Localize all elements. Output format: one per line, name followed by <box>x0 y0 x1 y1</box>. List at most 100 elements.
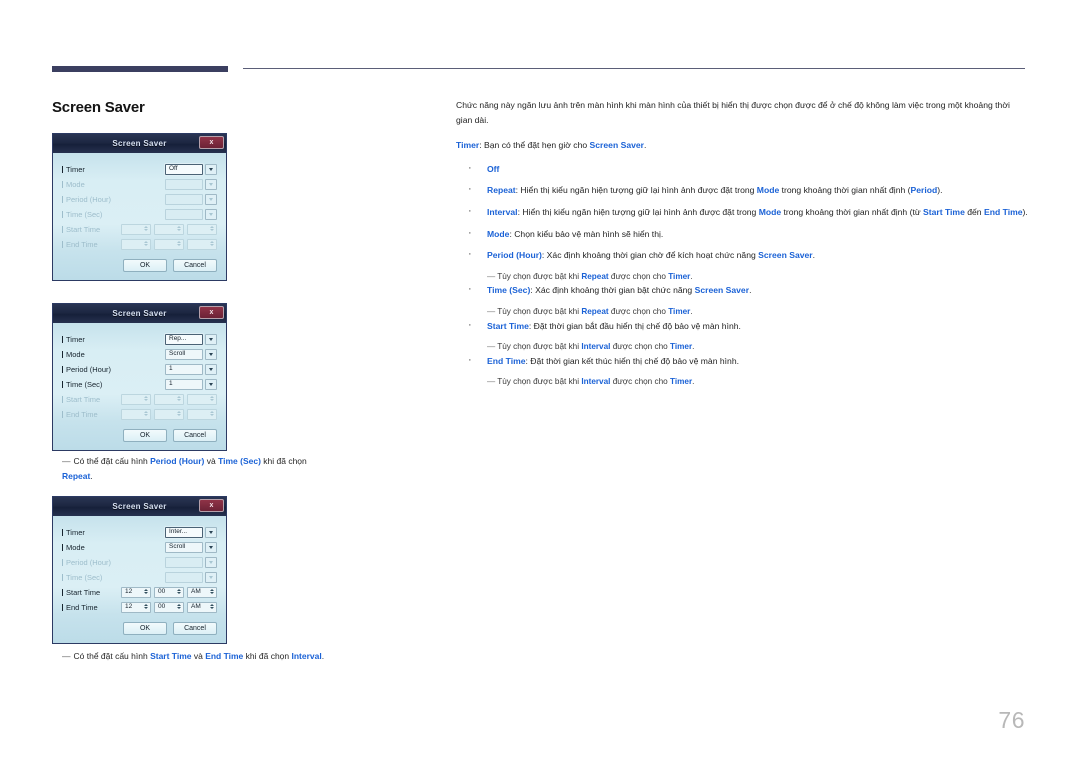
option-term: Screen Saver <box>758 250 813 261</box>
subnote-text: được chọn cho <box>608 271 669 281</box>
combo-mode[interactable]: Scroll <box>165 542 203 553</box>
bullet-tick-icon <box>62 396 63 403</box>
row-control: 12 00 AM <box>121 587 217 598</box>
dialog-row: End Time <box>62 237 217 252</box>
close-icon[interactable]: x <box>199 499 224 512</box>
cancel-button[interactable]: Cancel <box>173 429 217 442</box>
chevron-down-icon[interactable] <box>205 164 217 175</box>
option-list: OffRepeat: Hiển thị kiểu ngăn hiện tượng… <box>456 161 1028 389</box>
close-icon[interactable]: x <box>199 136 224 149</box>
spinner-arrows-icon[interactable] <box>144 411 148 416</box>
dialog-titlebar: Screen Saver x <box>53 497 226 516</box>
cancel-button[interactable]: Cancel <box>173 622 217 635</box>
list-item: Mode: Chọn kiểu bảo vệ màn hình sẽ hiển … <box>456 226 1028 242</box>
spinner-arrows-icon[interactable] <box>177 226 181 231</box>
ok-button[interactable]: OK <box>123 429 167 442</box>
combo-timer[interactable]: Off <box>165 164 203 175</box>
dialog-titlebar: Screen Saver x <box>53 134 226 153</box>
subnote-text: được chọn cho <box>608 306 669 316</box>
spinner-arrows-icon[interactable] <box>144 241 148 246</box>
spinner-arrows-icon[interactable] <box>210 604 214 609</box>
ok-button[interactable]: OK <box>123 259 167 272</box>
dialog-row: Start Time <box>62 222 217 237</box>
close-icon[interactable]: x <box>199 306 224 319</box>
spinner-arrows-icon[interactable] <box>177 411 181 416</box>
time-spinner-group <box>121 224 217 235</box>
dialog-row: Timer Off <box>62 162 217 177</box>
chevron-down-icon[interactable] <box>205 527 217 538</box>
chevron-down-icon[interactable] <box>205 542 217 553</box>
header-rule-left <box>52 66 228 72</box>
spinner-arrows-icon[interactable] <box>210 411 214 416</box>
option-term: Time (Sec) <box>487 285 531 296</box>
subnote-dash: — <box>487 377 496 387</box>
combo-time-sec[interactable]: 1 <box>165 379 203 390</box>
spinner-arrows-icon[interactable] <box>177 604 181 609</box>
subnote-term: Timer <box>668 306 691 316</box>
row-control <box>121 224 217 235</box>
combo-time-sec <box>165 209 203 220</box>
spinner-hour[interactable]: 12 <box>121 602 151 613</box>
option-text: đến <box>964 206 984 217</box>
combo-mode[interactable]: Scroll <box>165 349 203 360</box>
subnote-text: . <box>690 306 693 316</box>
subnote-text: Tùy chọn được bật khi <box>497 342 582 352</box>
cancel-button[interactable]: Cancel <box>173 259 217 272</box>
bullet-tick-icon <box>62 544 63 551</box>
spinner-hour[interactable]: 12 <box>121 587 151 598</box>
dialog-footer: OK Cancel <box>53 252 226 280</box>
spinner-arrows-icon[interactable] <box>144 226 148 231</box>
spinner-arrows-icon[interactable] <box>144 604 148 609</box>
spinner-arrows-icon[interactable] <box>144 396 148 401</box>
chevron-down-icon <box>205 179 217 190</box>
spinner-arrows-icon[interactable] <box>177 396 181 401</box>
row-label-text: Period (Hour) <box>66 195 112 204</box>
spinner-arrows-icon[interactable] <box>210 241 214 246</box>
row-label-mode: Mode <box>62 180 85 189</box>
spinner-value: 00 <box>158 603 166 611</box>
option-text: ). <box>1022 206 1028 217</box>
caption-text: Có thể đặt cấu hình <box>73 651 151 661</box>
spinner-minute[interactable]: 00 <box>154 602 184 613</box>
chevron-down-icon[interactable] <box>205 349 217 360</box>
spinner-meridiem[interactable]: AM <box>187 602 217 613</box>
row-label-start-time: Start Time <box>62 588 100 597</box>
caption-term: Time (Sec) <box>218 456 261 466</box>
caption-dash: — <box>62 456 71 466</box>
row-label-start-time: Start Time <box>62 395 100 404</box>
chevron-down-icon[interactable] <box>205 379 217 390</box>
option-subnote: — Tùy chọn được bật khi Repeat được chọn … <box>456 270 1028 284</box>
spinner-minute[interactable]: 00 <box>154 587 184 598</box>
option-term: Period <box>910 185 938 196</box>
option-text: : Đặt thời gian bắt đầu hiển thị chế độ … <box>528 320 741 331</box>
combo-timer[interactable]: Rep... <box>165 334 203 345</box>
chevron-down-icon[interactable] <box>205 364 217 375</box>
subnote-text: . <box>692 377 695 387</box>
spinner-arrows-icon[interactable] <box>144 589 148 594</box>
spinner-meridiem[interactable]: AM <box>187 587 217 598</box>
row-label-text: Period (Hour) <box>66 365 112 374</box>
dialog-screen-saver-interval: Screen Saver x Timer Inter... Mode Scroll Pe… <box>52 496 227 644</box>
row-label-time-sec: Time (Sec) <box>62 210 102 219</box>
combo-timer[interactable]: Inter... <box>165 527 203 538</box>
spinner-arrows-icon[interactable] <box>210 396 214 401</box>
subnote-term: Timer <box>668 271 691 281</box>
spinner-arrows-icon[interactable] <box>177 241 181 246</box>
spinner-arrows-icon[interactable] <box>210 589 214 594</box>
ok-button[interactable]: OK <box>123 622 167 635</box>
dialog-row: Mode <box>62 177 217 192</box>
combo-period-hour[interactable]: 1 <box>165 364 203 375</box>
subnote-term: Interval <box>581 377 611 387</box>
spinner-arrows-icon[interactable] <box>210 226 214 231</box>
spinner-arrows-icon[interactable] <box>177 589 181 594</box>
option-term: Mode <box>758 206 782 217</box>
chevron-down-icon[interactable] <box>205 334 217 345</box>
dialog-row: Time (Sec) <box>62 570 217 585</box>
caption-text: khi đã chọn <box>260 456 307 466</box>
chevron-down-icon <box>205 572 217 583</box>
row-label-end-time: End Time <box>62 603 98 612</box>
spinner-value: 12 <box>125 588 133 596</box>
subnote-dash: — <box>487 306 496 316</box>
row-label-text: Timer <box>66 335 85 344</box>
caption-text: khi đã chọn <box>243 651 292 661</box>
